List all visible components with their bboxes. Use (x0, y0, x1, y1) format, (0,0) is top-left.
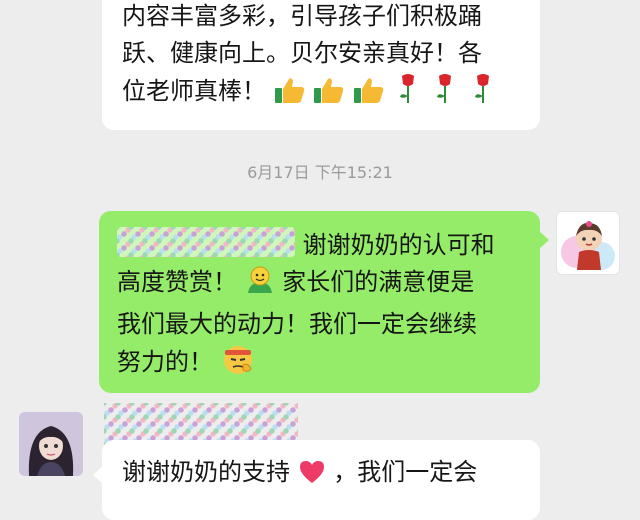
rose-icon (430, 72, 460, 115)
thumbs-up-icon (353, 76, 385, 115)
bubble-tail (539, 231, 549, 249)
message-line: 内容丰富多彩，引导孩子们积极踊 (122, 2, 482, 30)
smiley-icon (245, 265, 275, 306)
heart-icon (298, 459, 326, 496)
redacted-name-mosaic (117, 227, 295, 257)
rose-icon (393, 72, 423, 115)
message-text: 高度赞赏！ (117, 268, 237, 296)
message-line: 谢谢奶奶的支持 ，我们一定会 (122, 454, 540, 496)
message-timestamp: 6月17日 下午15:21 (247, 163, 393, 182)
bubble-tail (93, 466, 103, 484)
message-line: 努力的！ (117, 343, 540, 386)
avatar-image (561, 221, 615, 270)
message-line: 谢谢奶奶的认可和 (117, 227, 540, 264)
determined-face-icon (221, 343, 255, 386)
message-text: ，我们一定会 (333, 458, 478, 486)
message-line: 跃、健康向上。贝尔安亲真好！各 (122, 39, 482, 67)
message-text: 努力的！ (117, 348, 213, 376)
thumbs-up-icon (313, 76, 345, 115)
avatar-image (19, 412, 83, 476)
message-line: 位老师真棒！ (122, 72, 540, 115)
incoming-message-bubble-2[interactable]: 谢谢奶奶的支持 ，我们一定会 (93, 440, 540, 520)
rose-icon (468, 72, 498, 115)
message-text: 家长们的满意便是 (282, 268, 475, 296)
thumbs-up-icon (274, 76, 306, 115)
message-text: 谢谢奶奶的支持 (122, 458, 290, 486)
message-text: 谢谢奶奶的认可和 (302, 231, 495, 259)
self-avatar[interactable] (556, 211, 620, 275)
incoming-message-bubble-1[interactable]: 内容丰富多彩，引导孩子们积极踊 跃、健康向上。贝尔安亲真好！各 位老师真棒！ (102, 0, 540, 130)
outgoing-message-bubble[interactable]: 谢谢奶奶的认可和 高度赞赏！ 家长们的满意便是 我们最大的动力！我们一定会继续 … (99, 211, 549, 393)
contact-avatar[interactable] (19, 412, 83, 476)
message-line: 我们最大的动力！我们一定会继续 (117, 310, 477, 338)
message-text: 位老师真棒！ (122, 77, 266, 105)
message-line: 高度赞赏！ 家长们的满意便是 (117, 264, 540, 306)
